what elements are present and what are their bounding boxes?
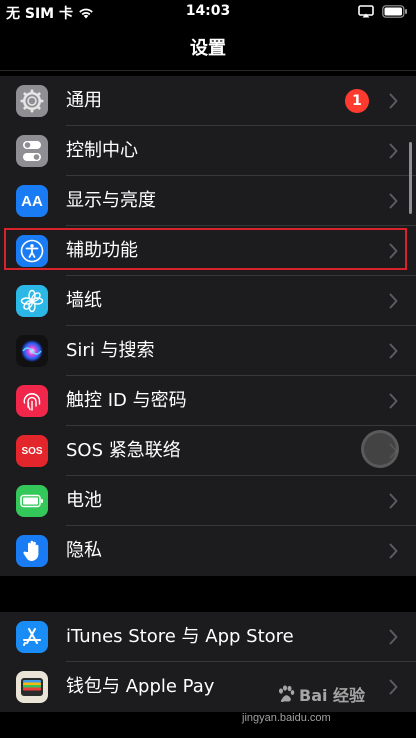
chevron-right-icon (389, 343, 398, 359)
status-bar: 无 SIM 卡 14:03 (0, 0, 416, 24)
aa-text-icon: AA (16, 185, 48, 217)
watermark-brand: Bai 经验 (299, 686, 366, 705)
settings-row-label: 通用 (66, 90, 102, 111)
status-right (358, 5, 408, 18)
sos-text: SOS (21, 445, 43, 457)
chevron-right-icon (389, 679, 398, 695)
settings-row-label: iTunes Store 与 App Store (66, 626, 294, 647)
settings-row-label: Siri 与搜索 (66, 340, 155, 361)
scroll-indicator[interactable] (409, 142, 412, 214)
notification-badge: 1 (345, 89, 369, 113)
settings-row-touch-id-passcode[interactable]: 触控 ID 与密码 (0, 376, 416, 426)
settings-row-label: 控制中心 (66, 140, 138, 161)
chevron-right-icon (389, 543, 398, 559)
aa-text: AA (21, 192, 43, 210)
settings-row-label: 墙纸 (66, 290, 102, 311)
settings-row-general[interactable]: 通用 1 (0, 76, 416, 126)
toggle-switches-icon (16, 135, 48, 167)
settings-row-label: 钱包与 Apple Pay (66, 676, 215, 697)
settings-row-accessibility[interactable]: 辅助功能 (0, 226, 416, 276)
settings-row-label: SOS 紧急联络 (66, 440, 181, 461)
flower-icon (16, 285, 48, 317)
settings-row-label: 显示与亮度 (66, 190, 156, 211)
settings-row-label: 触控 ID 与密码 (66, 390, 187, 411)
wallet-icon (16, 671, 48, 703)
accessibility-person-icon (16, 235, 48, 267)
status-time: 14:03 (185, 3, 231, 19)
page-title: 设置 (190, 38, 226, 59)
settings-row-itunes-app-store[interactable]: iTunes Store 与 App Store (0, 612, 416, 662)
baidu-watermark: Bai 经验 jingyan.baidu.com (242, 682, 386, 732)
fingerprint-icon (16, 385, 48, 417)
settings-row-display-brightness[interactable]: AA 显示与亮度 (0, 176, 416, 226)
chevron-right-icon (389, 629, 398, 645)
settings-row-control-center[interactable]: 控制中心 (0, 126, 416, 176)
settings-row-emergency-sos[interactable]: SOS SOS 紧急联络 (0, 426, 416, 476)
chevron-right-icon (389, 93, 398, 109)
battery-icon (16, 485, 48, 517)
chevron-right-icon (389, 193, 398, 209)
chevron-right-icon (389, 243, 398, 259)
watermark-url: jingyan.baidu.com (242, 712, 331, 724)
settings-row-label: 电池 (66, 490, 102, 511)
gear-icon (16, 85, 48, 117)
settings-row-wallpaper[interactable]: 墙纸 (0, 276, 416, 326)
settings-row-battery[interactable]: 电池 (0, 476, 416, 526)
chevron-right-icon (389, 293, 398, 309)
settings-row-siri-search[interactable]: Siri 与搜索 (0, 326, 416, 376)
settings-group-main: 通用 1 控制中心 AA 显示与亮度 辅助功能 墙纸 Siri 与搜索 触控 I… (0, 76, 416, 576)
settings-row-label: 隐私 (66, 540, 102, 561)
nav-divider (0, 70, 416, 71)
screen-mirroring-icon (358, 5, 374, 18)
settings-row-privacy[interactable]: 隐私 (0, 526, 416, 576)
chevron-right-icon (389, 393, 398, 409)
chevron-right-icon (389, 143, 398, 159)
chevron-right-icon (389, 493, 398, 509)
raised-hand-icon (16, 535, 48, 567)
watermark-brand-row: Bai 经验 (276, 682, 365, 706)
paw-icon (279, 685, 295, 702)
assistive-touch-button[interactable] (361, 430, 399, 468)
app-store-icon (16, 621, 48, 653)
settings-row-label: 辅助功能 (66, 240, 138, 261)
siri-orb-icon (16, 335, 48, 367)
battery-status-icon (382, 5, 407, 18)
sos-icon: SOS (16, 435, 48, 467)
